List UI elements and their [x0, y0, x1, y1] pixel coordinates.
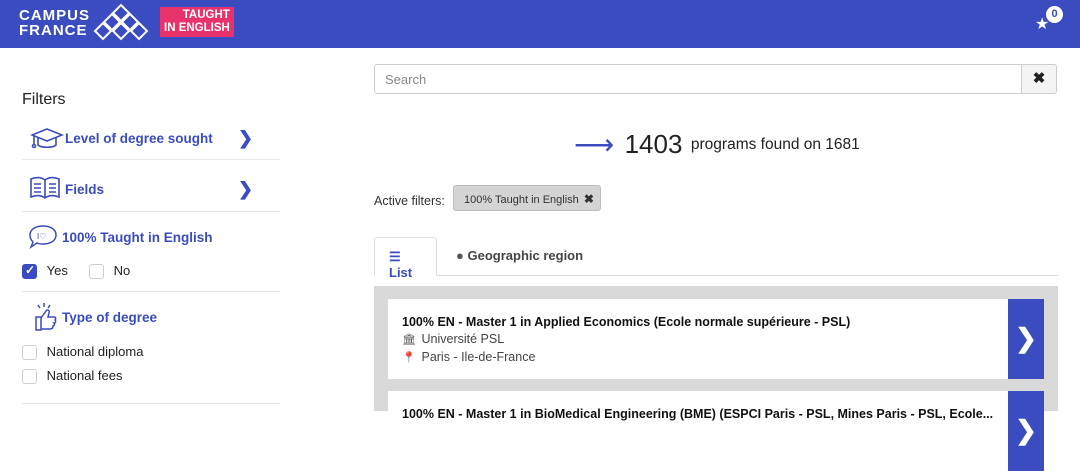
badge-line-1: TAUGHT: [182, 9, 230, 21]
program-card[interactable]: 100% EN - Master 1 in BioMedical Enginee…: [388, 391, 1044, 471]
map-marker-icon: 📍: [402, 352, 416, 364]
chevron-right-icon[interactable]: ❯: [1008, 391, 1044, 471]
option-national-fees[interactable]: National fees: [22, 368, 123, 385]
tab-geographic-region[interactable]: ● Geographic region: [442, 237, 597, 276]
filter-label: 100% Taught in English: [62, 230, 213, 245]
active-filter-chip[interactable]: 100% Taught in English ✖: [453, 185, 601, 211]
active-filters-label: Active filters:: [374, 194, 445, 208]
globe-icon: ●: [456, 248, 464, 263]
filters-title: Filters: [22, 91, 66, 108]
tab-list-label: List: [389, 265, 413, 280]
option-national-fees-label: National fees: [46, 368, 123, 383]
national-diploma-checkbox[interactable]: [22, 345, 37, 361]
university-name: Université PSL: [421, 332, 505, 346]
program-title[interactable]: 100% EN - Master 1 in BioMedical Enginee…: [402, 407, 993, 421]
no-checkbox[interactable]: [89, 264, 104, 280]
open-book-icon: [30, 176, 60, 199]
option-national-diploma-label: National diploma: [46, 344, 144, 359]
chevron-right-icon: ❯: [238, 179, 254, 199]
tab-list[interactable]: ☰ List: [374, 237, 437, 280]
results-summary: ⟶ 1403 programs found on 1681: [574, 128, 860, 161]
svg-text:I♡: I♡: [37, 232, 46, 241]
graduation-cap-icon: [30, 128, 64, 149]
favorites-button[interactable]: ★ 0: [1035, 5, 1065, 35]
chevron-right-icon[interactable]: ❯: [1008, 299, 1044, 379]
filter-label: Fields: [65, 182, 105, 197]
speech-bubble-icon: I♡: [29, 225, 57, 249]
logo-line-1: CAMPUS: [19, 7, 91, 24]
filter-label: Type of degree: [62, 310, 158, 325]
chevron-right-icon: ❯: [238, 128, 254, 148]
results-text: programs found on 1681: [690, 135, 860, 153]
yes-checkbox[interactable]: [22, 263, 37, 280]
program-location: 📍 Paris - Ile-de-France: [402, 350, 535, 364]
remove-filter-icon[interactable]: ✖: [584, 192, 594, 206]
program-list: 100% EN - Master 1 in Applied Economics …: [374, 286, 1058, 471]
results-count: 1403: [624, 129, 683, 159]
filter-label: Level of degree sought: [65, 131, 213, 146]
national-fees-checkbox[interactable]: [22, 369, 37, 385]
filter-taught-in-english: I♡ 100% Taught in English Yes No: [22, 218, 280, 292]
filter-level-of-degree[interactable]: Level of degree sought ❯: [22, 120, 280, 160]
arrow-right-icon: ⟶: [574, 129, 615, 160]
taught-in-english-badge: TAUGHT IN ENGLISH: [160, 7, 234, 37]
campus-france-logo[interactable]: CAMPUS FRANCE: [19, 8, 90, 38]
filter-type-of-degree: Type of degree National diploma National…: [22, 298, 280, 404]
chip-label: 100% Taught in English: [464, 194, 579, 206]
search-input[interactable]: Search: [374, 64, 1022, 94]
program-title[interactable]: 100% EN - Master 1 in Applied Economics …: [402, 315, 850, 329]
badge-line-2: IN ENGLISH: [164, 22, 230, 34]
option-no[interactable]: No: [89, 263, 131, 280]
logo-line-2: FRANCE: [19, 22, 88, 39]
option-yes-label: Yes: [46, 263, 68, 278]
program-university: 🏛 Université PSL: [402, 332, 504, 346]
top-navbar: CAMPUS FRANCE TAUGHT IN ENGLISH ★ 0: [0, 0, 1080, 48]
favorites-count: 0: [1046, 6, 1063, 23]
program-card[interactable]: 100% EN - Master 1 in Applied Economics …: [388, 299, 1044, 379]
option-no-label: No: [113, 263, 131, 278]
thumbs-up-icon: [35, 303, 57, 331]
option-national-diploma[interactable]: National diploma: [22, 344, 144, 361]
option-yes[interactable]: Yes: [22, 263, 68, 280]
close-icon[interactable]: ✖: [1021, 64, 1057, 94]
location-name: Paris - Ile-de-France: [421, 350, 536, 364]
logo-diamonds-icon: [93, 3, 149, 41]
tab-region-label: Geographic region: [467, 248, 584, 263]
institution-icon: 🏛: [402, 334, 416, 346]
filter-fields[interactable]: Fields ❯: [22, 166, 280, 212]
view-tabs: ☰ List ● Geographic region: [374, 237, 1058, 280]
list-icon: ☰: [389, 249, 401, 264]
